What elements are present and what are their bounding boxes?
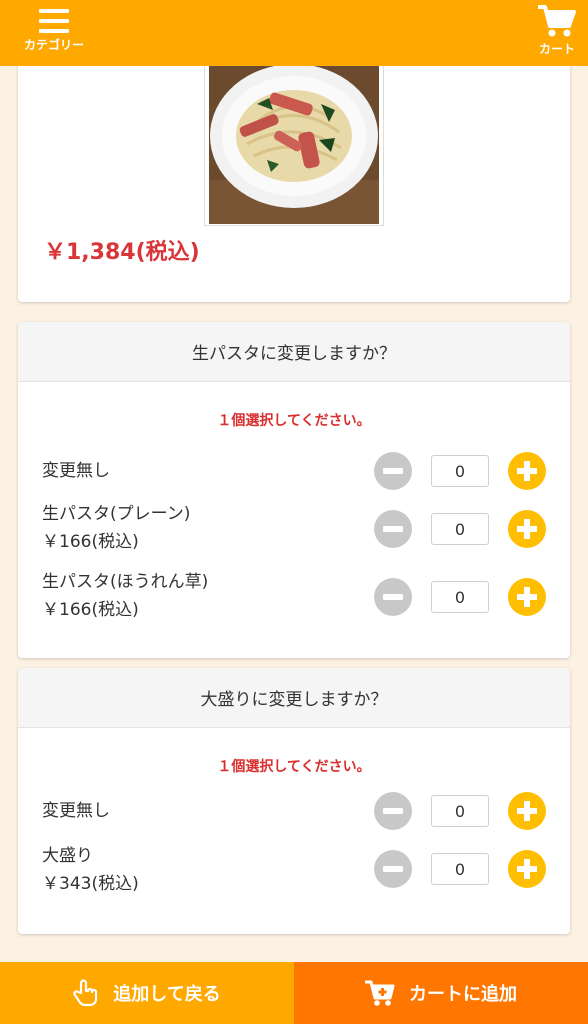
minus-button[interactable] [374,792,412,830]
app-header: カテゴリー カート [0,0,588,66]
cart-icon [538,5,576,37]
add-to-cart-label: カートに追加 [409,984,517,1005]
option-name: 大盛り [42,846,93,866]
plus-button[interactable] [508,510,546,548]
option-name: 変更無し [42,801,110,821]
option-name: 生パスタ(プレーン) [42,504,191,524]
selection-notice: １個選択してください。 [217,759,371,775]
quantity-input[interactable] [431,853,489,885]
product-price: ￥1,384(税込) [44,240,200,265]
option-price: ￥166(税込) [42,600,139,620]
add-to-cart-icon [365,980,395,1006]
product-image [204,66,384,226]
add-and-back-button[interactable]: 追加して戻る [0,962,294,1024]
plus-button[interactable] [508,850,546,888]
hamburger-menu-icon [39,9,69,33]
option-group-large-size: 大盛りに変更しますか？ １個選択してください。 変更無し 大盛り ￥343(税込… [18,668,570,934]
option-group-title: 大盛りに変更しますか？ [18,668,570,728]
option-price: ￥343(税込) [42,874,139,894]
quantity-stepper [374,578,546,616]
option-name: 変更無し [42,461,110,481]
option-group-fresh-pasta: 生パスタに変更しますか？ １個選択してください。 変更無し 生パスタ(プレーン)… [18,322,570,658]
quantity-stepper [374,792,546,830]
option-price: ￥166(税込) [42,532,139,552]
minus-button[interactable] [374,578,412,616]
add-to-cart-button[interactable]: カートに追加 [294,962,588,1024]
quantity-stepper [374,850,546,888]
quantity-input[interactable] [431,795,489,827]
option-name: 生パスタ(ほうれん草) [42,572,209,592]
quantity-stepper [374,452,546,490]
add-and-back-label: 追加して戻る [113,984,221,1005]
minus-button[interactable] [374,452,412,490]
selection-notice: １個選択してください。 [217,413,371,429]
quantity-input[interactable] [431,455,489,487]
category-menu-button[interactable]: カテゴリー [14,0,94,66]
minus-button[interactable] [374,850,412,888]
action-footer: 追加して戻る カートに追加 [0,962,588,1024]
main-content[interactable]: ￥1,384(税込) 生パスタに変更しますか？ １個選択してください。 変更無し… [0,66,588,962]
minus-button[interactable] [374,510,412,548]
quantity-input[interactable] [431,513,489,545]
product-card: ￥1,384(税込) [18,66,570,302]
pasta-dish-image [209,66,379,224]
plus-button[interactable] [508,452,546,490]
option-group-title: 生パスタに変更しますか？ [18,322,570,382]
quantity-stepper [374,510,546,548]
quantity-input[interactable] [431,581,489,613]
plus-button[interactable] [508,792,546,830]
category-menu-label: カテゴリー [23,38,84,52]
cart-button[interactable]: カート [532,0,582,66]
plus-button[interactable] [508,578,546,616]
cart-label: カート [538,42,575,56]
pointing-hand-icon [73,979,98,1007]
